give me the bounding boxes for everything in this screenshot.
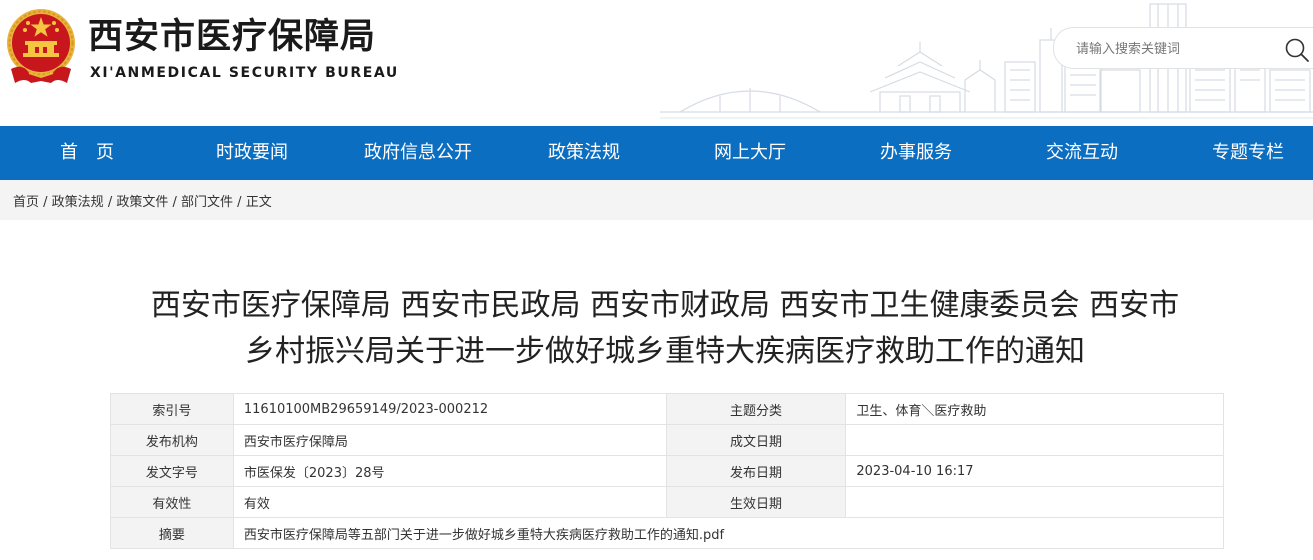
breadcrumb-separator: / <box>103 195 117 210</box>
publish-date-value: 2023-04-10 16:17 <box>845 455 1224 487</box>
breadcrumb-policy[interactable]: 政策法规 <box>52 195 104 210</box>
index-value: 11610100MB29659149/2023-000212 <box>232 393 667 425</box>
breadcrumb-dept-docs[interactable]: 部门文件 <box>181 195 233 210</box>
attachment-pdf-link[interactable]: 西安市医疗保障局等五部门关于进一步做好城乡重特大疾病医疗救助工作的通知.pdf <box>244 528 724 543</box>
breadcrumb-home[interactable]: 首页 <box>13 195 39 210</box>
main-nav: 首 页 时政要闻 政府信息公开 政策法规 网上大厅 办事服务 交流互动 专题专栏 <box>0 126 1313 180</box>
table-row: 发文字号 市医保发〔2023〕28号 发布日期 2023-04-10 16:17 <box>110 455 1224 487</box>
document-title-line2: 乡村振兴局关于进一步做好城乡重特大疾病医疗救助工作的通知 <box>245 334 1085 369</box>
validity-label: 有效性 <box>110 486 234 518</box>
search-icon[interactable] <box>1284 37 1310 63</box>
search-box <box>1053 27 1313 69</box>
site-header: 西安市医疗保障局 XI'ANMEDICAL SECURITY BUREAU <box>0 0 1313 126</box>
document-title: 西安市医疗保障局 西安市民政局 西安市财政局 西安市卫生健康委员会 西安市 乡村… <box>100 283 1230 375</box>
national-emblem-icon[interactable] <box>5 7 77 89</box>
table-row: 有效性 有效 生效日期 <box>110 486 1224 518</box>
index-label: 索引号 <box>110 393 234 425</box>
nav-item-interaction[interactable]: 交流互动 <box>1046 126 1118 180</box>
table-row: 索引号 11610100MB29659149/2023-000212 主题分类 … <box>110 393 1224 425</box>
created-date-value <box>845 424 1224 456</box>
site-subtitle: XI'ANMEDICAL SECURITY BUREAU <box>90 65 399 81</box>
nav-item-online-hall[interactable]: 网上大厅 <box>714 126 786 180</box>
document-meta-table: 索引号 11610100MB29659149/2023-000212 主题分类 … <box>110 393 1225 549</box>
nav-item-home[interactable]: 首 页 <box>60 126 114 180</box>
effective-date-label: 生效日期 <box>665 486 847 518</box>
breadcrumb: 首页 / 政策法规 / 政策文件 / 部门文件 / 正文 <box>13 191 272 210</box>
table-row: 发布机构 西安市医疗保障局 成文日期 <box>110 424 1224 456</box>
breadcrumb-bar: 首页 / 政策法规 / 政策文件 / 部门文件 / 正文 <box>0 180 1313 220</box>
publish-date-label: 发布日期 <box>665 455 847 487</box>
breadcrumb-separator: / <box>233 195 246 210</box>
breadcrumb-separator: / <box>168 195 182 210</box>
table-row: 摘要 西安市医疗保障局等五部门关于进一步做好城乡重特大疾病医疗救助工作的通知.p… <box>110 517 1225 549</box>
abstract-label: 摘要 <box>110 517 234 549</box>
nav-item-topics[interactable]: 专题专栏 <box>1212 126 1284 180</box>
created-date-label: 成文日期 <box>665 424 847 456</box>
nav-item-news[interactable]: 时政要闻 <box>216 126 288 180</box>
abstract-value: 西安市医疗保障局等五部门关于进一步做好城乡重特大疾病医疗救助工作的通知.pdf <box>232 517 1225 549</box>
issuer-value: 西安市医疗保障局 <box>232 424 667 456</box>
validity-value: 有效 <box>232 486 667 518</box>
nav-item-gov-info[interactable]: 政府信息公开 <box>364 126 472 180</box>
search-input[interactable] <box>1076 38 1266 60</box>
nav-item-policy[interactable]: 政策法规 <box>548 126 620 180</box>
doc-number-value: 市医保发〔2023〕28号 <box>232 455 667 487</box>
breadcrumb-current: 正文 <box>245 195 272 210</box>
document-title-line1: 西安市医疗保障局 西安市民政局 西安市财政局 西安市卫生健康委员会 西安市 <box>150 288 1180 323</box>
site-title: 西安市医疗保障局 <box>88 17 377 57</box>
breadcrumb-policy-docs[interactable]: 政策文件 <box>116 195 168 210</box>
effective-date-value <box>845 486 1224 518</box>
topic-value: 卫生、体育＼医疗救助 <box>845 393 1224 425</box>
topic-label: 主题分类 <box>665 393 847 425</box>
nav-item-services[interactable]: 办事服务 <box>880 126 952 180</box>
issuer-label: 发布机构 <box>110 424 234 456</box>
doc-number-label: 发文字号 <box>110 455 234 487</box>
breadcrumb-separator: / <box>39 195 52 210</box>
